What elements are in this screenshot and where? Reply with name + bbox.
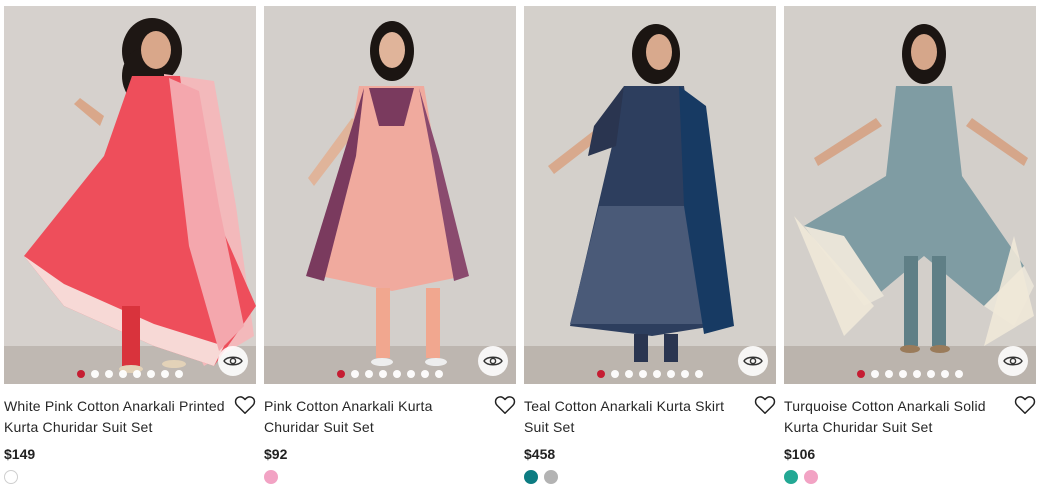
carousel-dots[interactable]: [264, 370, 516, 378]
carousel-dot[interactable]: [379, 370, 387, 378]
model-figure: [548, 24, 734, 362]
carousel-dot[interactable]: [611, 370, 619, 378]
carousel-dot[interactable]: [77, 370, 85, 378]
color-swatch[interactable]: [4, 470, 18, 484]
product-title[interactable]: Turquoise Cotton Anarkali Solid Kurta Ch…: [784, 396, 1006, 438]
product-card[interactable]: Turquoise Cotton Anarkali Solid Kurta Ch…: [784, 6, 1036, 486]
carousel-dot[interactable]: [667, 370, 675, 378]
wishlist-heart-icon[interactable]: [754, 394, 776, 416]
carousel-dot[interactable]: [871, 370, 879, 378]
carousel-dot[interactable]: [913, 370, 921, 378]
color-swatches: [4, 470, 256, 484]
eye-icon: [743, 356, 763, 366]
eye-icon: [223, 356, 243, 366]
eye-icon: [483, 356, 503, 366]
wishlist-heart-icon[interactable]: [1014, 394, 1036, 416]
wishlist-heart-icon[interactable]: [234, 394, 256, 416]
product-image[interactable]: [784, 6, 1036, 384]
product-card[interactable]: Teal Cotton Anarkali Kurta Skirt Suit Se…: [524, 6, 776, 486]
carousel-dot[interactable]: [955, 370, 963, 378]
model-figure: [794, 24, 1034, 353]
carousel-dot[interactable]: [175, 370, 183, 378]
carousel-dot[interactable]: [597, 370, 605, 378]
wishlist-heart-icon[interactable]: [494, 394, 516, 416]
carousel-dot[interactable]: [147, 370, 155, 378]
product-title[interactable]: Teal Cotton Anarkali Kurta Skirt Suit Se…: [524, 396, 746, 438]
color-swatches: [784, 470, 1036, 484]
carousel-dots[interactable]: [4, 370, 256, 378]
quick-view-button[interactable]: [478, 346, 508, 376]
product-grid: White Pink Cotton Anarkali Printed Kurta…: [0, 0, 1041, 486]
color-swatch[interactable]: [544, 470, 558, 484]
carousel-dot[interactable]: [161, 370, 169, 378]
color-swatches: [524, 470, 776, 484]
carousel-dot[interactable]: [899, 370, 907, 378]
carousel-dot[interactable]: [435, 370, 443, 378]
product-price: $149: [4, 446, 36, 462]
carousel-dot[interactable]: [885, 370, 893, 378]
color-swatch[interactable]: [784, 470, 798, 484]
carousel-dot[interactable]: [927, 370, 935, 378]
carousel-dot[interactable]: [421, 370, 429, 378]
carousel-dot[interactable]: [91, 370, 99, 378]
product-card[interactable]: Pink Cotton Anarkali Kurta Churidar Suit…: [264, 6, 516, 486]
carousel-dot[interactable]: [681, 370, 689, 378]
product-price: $458: [524, 446, 556, 462]
product-price: $92: [264, 446, 288, 462]
quick-view-button[interactable]: [998, 346, 1028, 376]
carousel-dot[interactable]: [695, 370, 703, 378]
carousel-dot[interactable]: [941, 370, 949, 378]
carousel-dots[interactable]: [784, 370, 1036, 378]
carousel-dots[interactable]: [524, 370, 776, 378]
product-card[interactable]: White Pink Cotton Anarkali Printed Kurta…: [4, 6, 256, 486]
carousel-dot[interactable]: [639, 370, 647, 378]
carousel-dot[interactable]: [857, 370, 865, 378]
carousel-dot[interactable]: [365, 370, 373, 378]
carousel-dot[interactable]: [393, 370, 401, 378]
carousel-dot[interactable]: [351, 370, 359, 378]
carousel-dot[interactable]: [407, 370, 415, 378]
color-swatch[interactable]: [264, 470, 278, 484]
carousel-dot[interactable]: [105, 370, 113, 378]
product-price: $106: [784, 446, 816, 462]
carousel-dot[interactable]: [625, 370, 633, 378]
model-figure: [24, 18, 256, 373]
product-title[interactable]: White Pink Cotton Anarkali Printed Kurta…: [4, 396, 226, 438]
carousel-dot[interactable]: [133, 370, 141, 378]
model-figure: [306, 21, 469, 366]
quick-view-button[interactable]: [218, 346, 248, 376]
carousel-dot[interactable]: [653, 370, 661, 378]
quick-view-button[interactable]: [738, 346, 768, 376]
color-swatch[interactable]: [804, 470, 818, 484]
carousel-dot[interactable]: [119, 370, 127, 378]
product-title[interactable]: Pink Cotton Anarkali Kurta Churidar Suit…: [264, 396, 486, 438]
product-image[interactable]: [524, 6, 776, 384]
carousel-dot[interactable]: [337, 370, 345, 378]
color-swatch[interactable]: [524, 470, 538, 484]
eye-icon: [1003, 356, 1023, 366]
product-image[interactable]: [264, 6, 516, 384]
product-image[interactable]: [4, 6, 256, 384]
color-swatches: [264, 470, 516, 484]
